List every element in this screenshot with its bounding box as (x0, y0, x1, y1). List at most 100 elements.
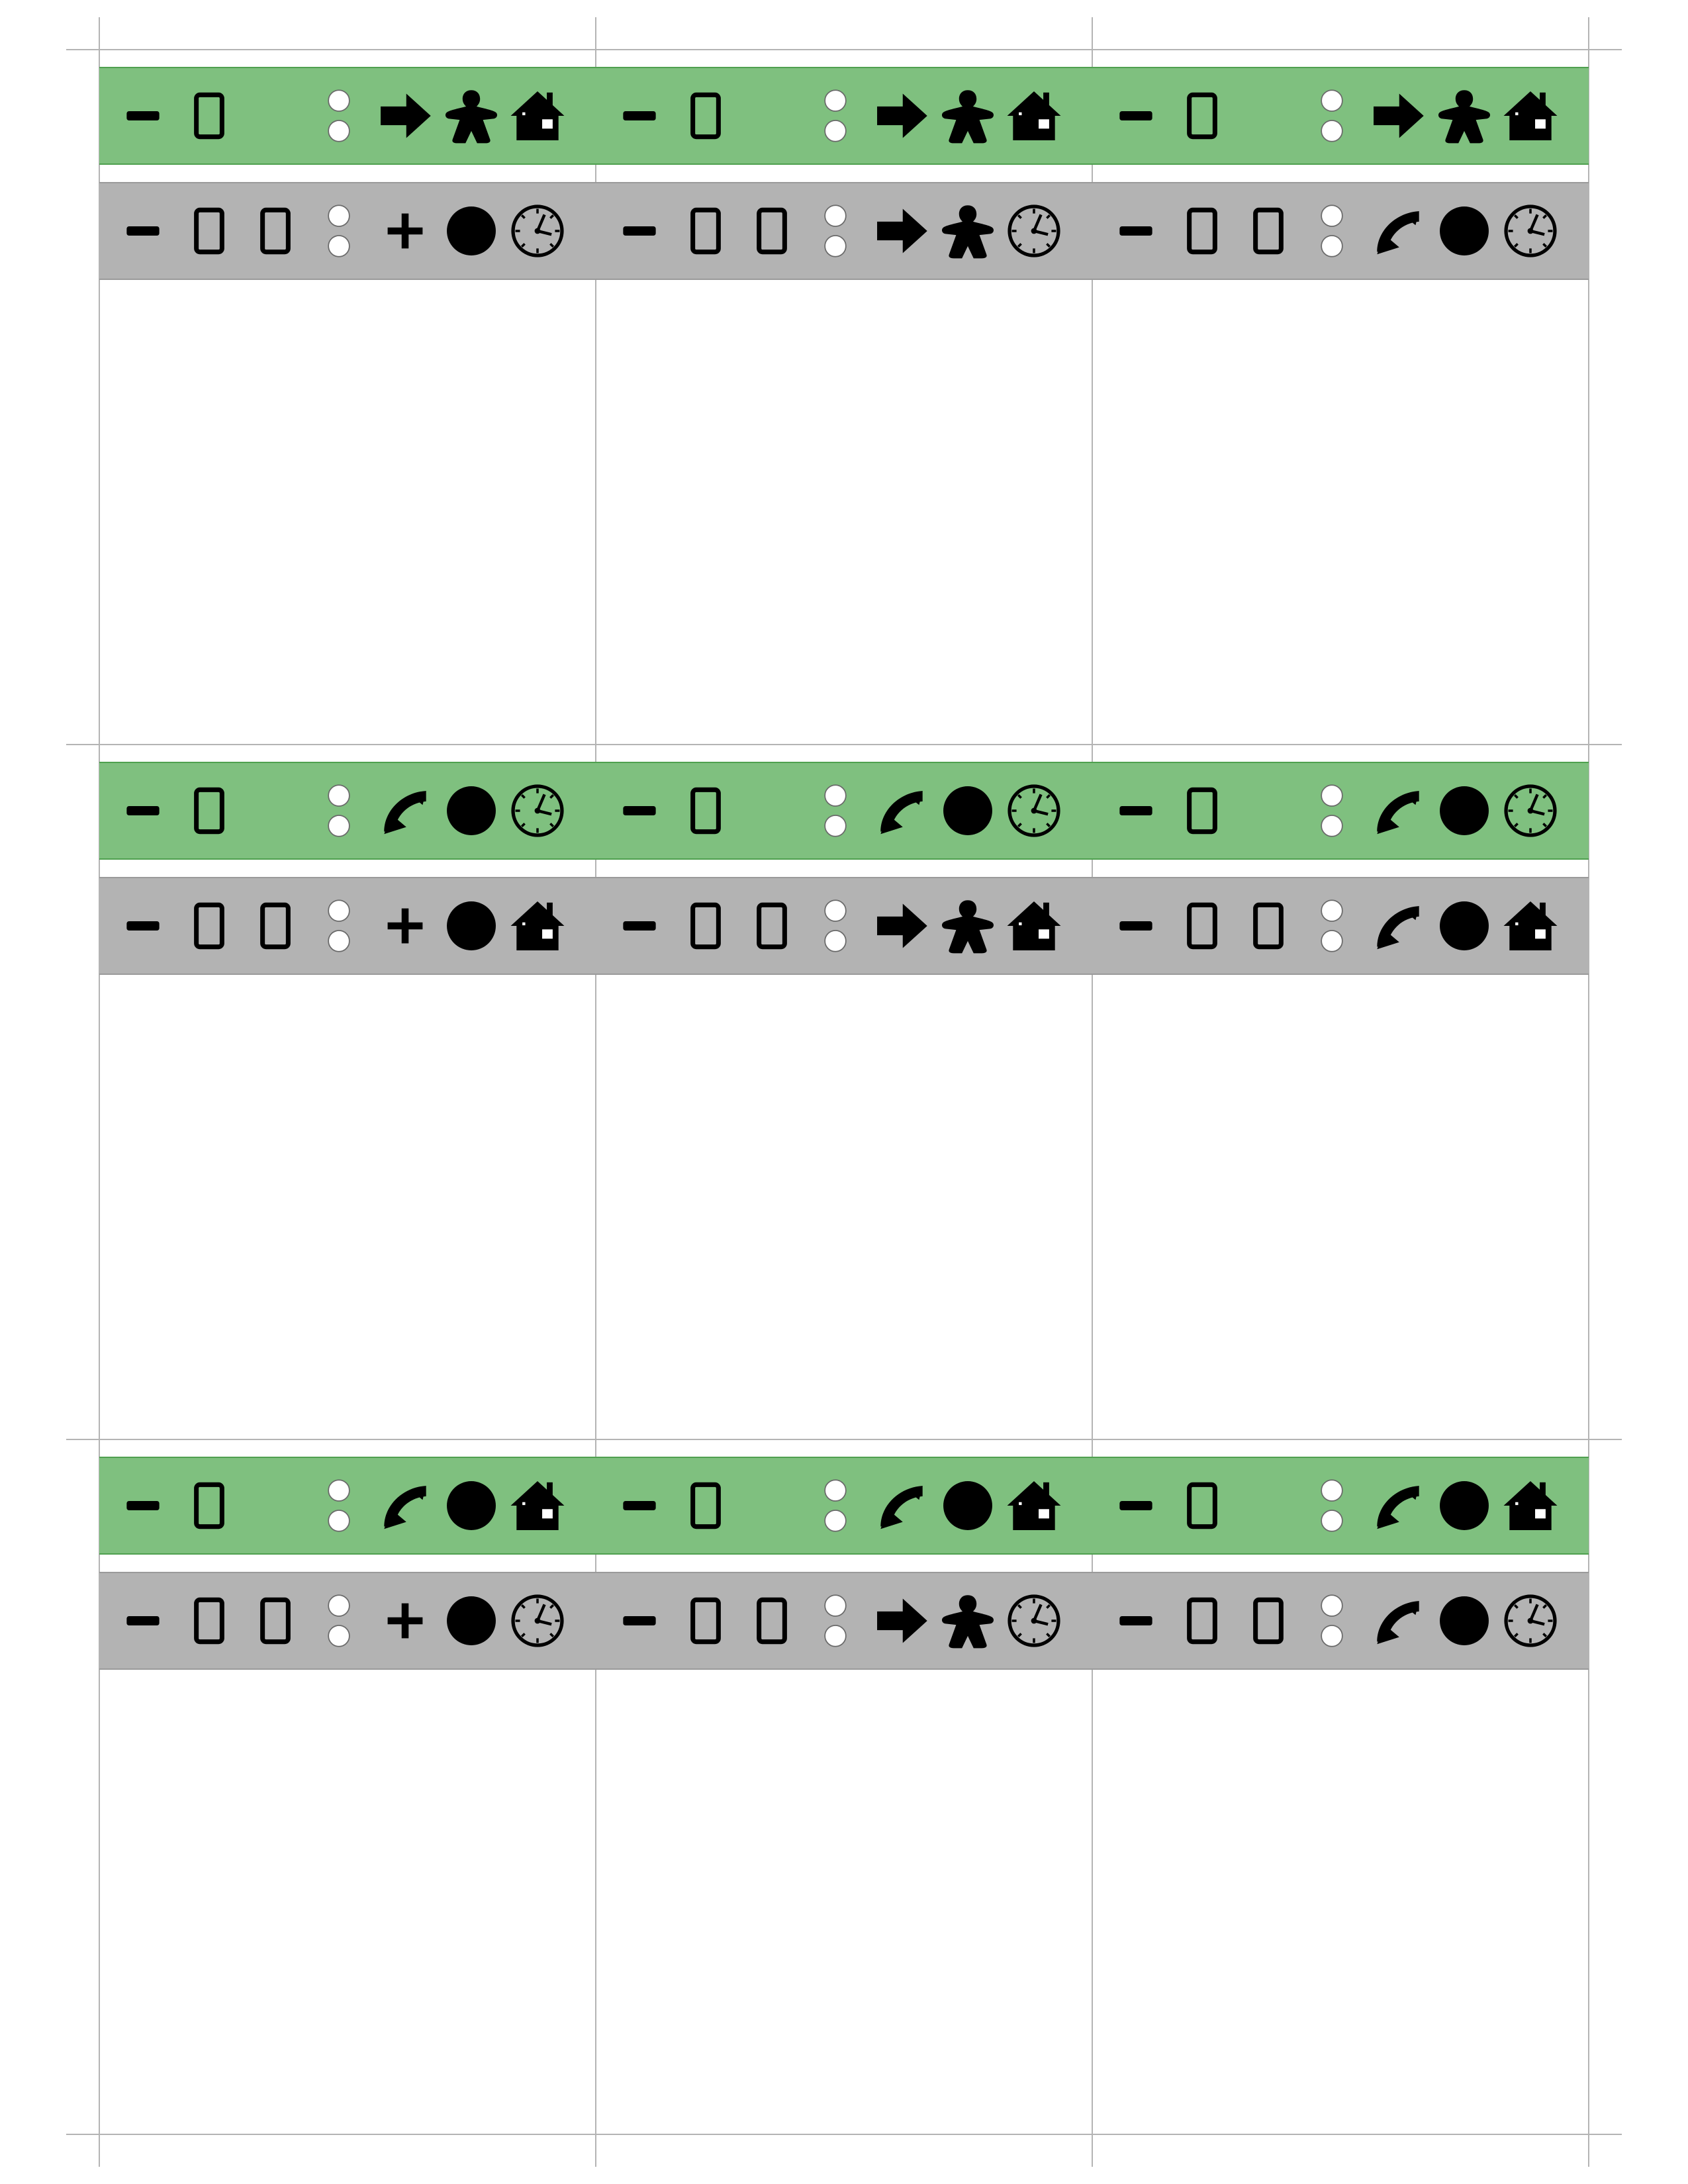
clock-icon (1501, 1592, 1560, 1650)
clock-icon (508, 1592, 567, 1650)
pips-icon (310, 897, 368, 955)
minus-icon (610, 897, 669, 955)
card-icon (180, 782, 238, 840)
clock-icon (1005, 1592, 1063, 1650)
card-icon (677, 782, 735, 840)
pips-icon (1303, 1592, 1361, 1650)
game-card (1092, 50, 1589, 745)
plus-icon (376, 202, 434, 260)
arrow-right-icon (872, 897, 931, 955)
house-icon (1005, 87, 1063, 145)
game-card (1092, 745, 1589, 1439)
card-icon (1173, 782, 1231, 840)
meeple-icon (939, 897, 997, 955)
card-icon (743, 202, 801, 260)
pips-icon (806, 1477, 865, 1535)
minus-icon (610, 782, 669, 840)
arrow-right-icon (872, 87, 931, 145)
house-icon (1501, 897, 1560, 955)
curved-arrow-icon (1369, 897, 1427, 955)
pips-icon (1303, 1477, 1361, 1535)
curved-arrow-icon (1369, 1592, 1427, 1650)
house-icon (1501, 1477, 1560, 1535)
meeple-icon (939, 87, 997, 145)
card-icon (180, 897, 238, 955)
pips-icon (310, 1477, 368, 1535)
secondary-action-band (99, 182, 596, 280)
primary-action-band (1092, 67, 1589, 165)
minus-icon (610, 202, 669, 260)
pips-icon (310, 1592, 368, 1650)
card-icon (180, 1477, 238, 1535)
minus-icon (610, 1592, 669, 1650)
disc-icon (442, 202, 500, 260)
pips-icon (310, 782, 368, 840)
house-icon (1005, 897, 1063, 955)
pips-icon (1303, 87, 1361, 145)
game-card (596, 1439, 1092, 2134)
disc-icon (1435, 782, 1493, 840)
minus-icon (114, 897, 172, 955)
card-icon (1173, 1592, 1231, 1650)
pips-icon (806, 202, 865, 260)
primary-action-band (99, 762, 596, 860)
pips-icon (806, 897, 865, 955)
game-card (99, 1439, 596, 2134)
card-icon (180, 87, 238, 145)
curved-arrow-icon (872, 782, 931, 840)
card-icon (677, 1592, 735, 1650)
meeple-icon (939, 1592, 997, 1650)
primary-action-band (99, 1457, 596, 1555)
card-icon (1239, 897, 1297, 955)
disc-icon (939, 782, 997, 840)
arrow-right-icon (872, 202, 931, 260)
card-icon (180, 1592, 238, 1650)
minus-icon (1107, 202, 1165, 260)
disc-icon (1435, 202, 1493, 260)
card-icon (246, 202, 305, 260)
disc-icon (939, 1477, 997, 1535)
clock-icon (1501, 202, 1560, 260)
card-icon (1173, 202, 1231, 260)
arrow-right-icon (872, 1592, 931, 1650)
house-icon (1501, 87, 1560, 145)
primary-action-band (99, 67, 596, 165)
secondary-action-band (99, 877, 596, 975)
disc-icon (1435, 1592, 1493, 1650)
secondary-action-band (1092, 877, 1589, 975)
disc-icon (442, 1592, 500, 1650)
card-icon (677, 87, 735, 145)
meeple-icon (939, 202, 997, 260)
plus-icon (376, 1592, 434, 1650)
clock-icon (1501, 782, 1560, 840)
pips-icon (806, 1592, 865, 1650)
minus-icon (1107, 87, 1165, 145)
house-icon (1005, 1477, 1063, 1535)
secondary-action-band (99, 1572, 596, 1670)
disc-icon (442, 782, 500, 840)
card-icon (246, 1592, 305, 1650)
game-card (596, 745, 1092, 1439)
card-icon (743, 1592, 801, 1650)
disc-icon (442, 897, 500, 955)
clock-icon (1005, 202, 1063, 260)
card-icon (1239, 202, 1297, 260)
house-icon (508, 87, 567, 145)
meeple-icon (1435, 87, 1493, 145)
secondary-action-band (596, 1572, 1092, 1670)
card-icon (1173, 897, 1231, 955)
curved-arrow-icon (1369, 1477, 1427, 1535)
curved-arrow-icon (376, 1477, 434, 1535)
house-icon (508, 897, 567, 955)
pips-icon (806, 87, 865, 145)
game-card (99, 745, 596, 1439)
secondary-action-band (1092, 182, 1589, 280)
plus-icon (376, 897, 434, 955)
disc-icon (1435, 1477, 1493, 1535)
card-icon (677, 202, 735, 260)
primary-action-band (596, 762, 1092, 860)
card-icon (246, 897, 305, 955)
minus-icon (610, 1477, 669, 1535)
card-icon (1239, 1592, 1297, 1650)
secondary-action-band (1092, 1572, 1589, 1670)
